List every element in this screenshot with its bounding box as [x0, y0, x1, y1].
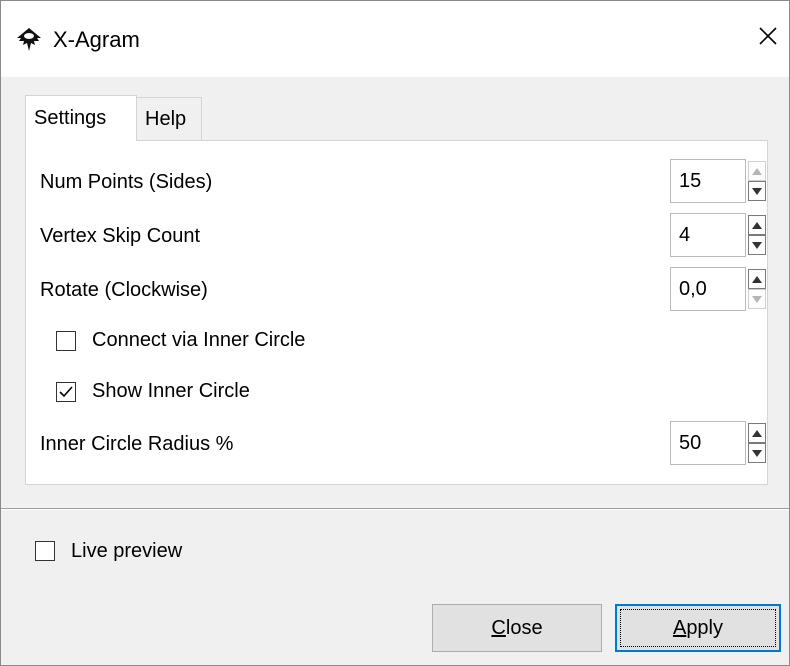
apply-button[interactable]: Apply — [615, 604, 781, 652]
connect-inner-checkbox[interactable] — [56, 331, 76, 351]
live-preview-checkbox[interactable] — [35, 541, 55, 561]
connect-inner-label[interactable]: Connect via Inner Circle — [92, 329, 305, 352]
vertex-skip-spin-buttons — [748, 213, 766, 257]
arrow-down-icon — [752, 450, 762, 457]
tab-help[interactable]: Help — [136, 97, 202, 140]
window-title: X-Agram — [53, 27, 140, 52]
inner-radius-decrement-button[interactable] — [748, 443, 766, 463]
close-icon[interactable] — [753, 21, 783, 51]
show-inner-label[interactable]: Show Inner Circle — [92, 380, 250, 403]
tab-settings[interactable]: Settings — [25, 95, 137, 141]
rotate-input[interactable]: 0,0 — [670, 267, 746, 311]
num-points-label: Num Points (Sides) — [40, 171, 213, 193]
inner-radius-input[interactable]: 50 — [670, 421, 746, 465]
checkmark-icon — [59, 386, 73, 398]
inner-radius-label: Inner Circle Radius % — [40, 433, 234, 455]
arrow-up-icon — [752, 168, 762, 175]
inkscape-icon — [17, 28, 41, 51]
show-inner-checkbox[interactable] — [56, 382, 76, 402]
live-preview-label[interactable]: Live preview — [71, 540, 182, 563]
tab-settings-label: Settings — [34, 107, 107, 129]
rotate-decrement-button[interactable] — [748, 289, 766, 309]
arrow-down-icon — [752, 242, 762, 249]
inner-radius-spin-buttons — [748, 421, 766, 465]
arrow-up-icon — [752, 222, 762, 229]
vertex-skip-spinbox: 4 — [670, 213, 768, 257]
inner-radius-increment-button[interactable] — [748, 423, 766, 443]
num-points-decrement-button[interactable] — [748, 181, 766, 201]
settings-panel: Num Points (Sides) 15 Vertex Skip Count … — [25, 140, 768, 485]
num-points-increment-button[interactable] — [748, 161, 766, 181]
tabs-area: Settings Help Num Points (Sides) 15 Vert… — [1, 77, 789, 507]
close-button-mnemonic: C — [491, 617, 506, 639]
num-points-input[interactable]: 15 — [670, 159, 746, 203]
focus-ring — [620, 609, 776, 647]
rotate-increment-button[interactable] — [748, 269, 766, 289]
vertex-skip-label: Vertex Skip Count — [40, 225, 201, 247]
rotate-label: Rotate (Clockwise) — [40, 279, 208, 301]
title-bar[interactable]: X-Agram — [1, 1, 789, 77]
arrow-up-icon — [752, 276, 762, 283]
divider-highlight — [1, 509, 789, 510]
arrow-up-icon — [752, 430, 762, 437]
vertex-skip-increment-button[interactable] — [748, 215, 766, 235]
tab-help-label: Help — [145, 108, 187, 130]
arrow-down-icon — [752, 296, 762, 303]
vertex-skip-input[interactable]: 4 — [670, 213, 746, 257]
close-button-label: lose — [505, 617, 543, 639]
rotate-spinbox: 0,0 — [670, 267, 768, 311]
dialog-window: X-Agram Settings Help Num Points (Sides)… — [0, 0, 790, 666]
rotate-spin-buttons — [748, 267, 766, 311]
inner-radius-spinbox: 50 — [670, 421, 768, 465]
num-points-spinbox: 15 — [670, 159, 768, 203]
arrow-down-icon — [752, 188, 762, 195]
vertex-skip-decrement-button[interactable] — [748, 235, 766, 255]
num-points-spin-buttons — [748, 159, 766, 203]
close-button[interactable]: Close — [432, 604, 602, 652]
